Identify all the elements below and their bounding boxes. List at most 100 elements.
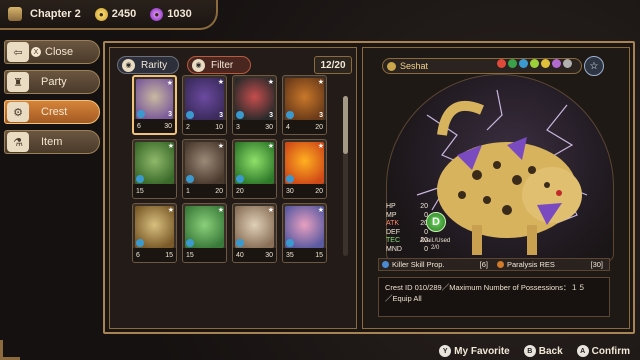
crest-stat-a: 2 xyxy=(186,123,190,131)
element-icon xyxy=(563,59,572,68)
crest-stat-a: 3 xyxy=(236,123,240,131)
crest-stats: 4 20 xyxy=(283,120,326,134)
filter-button[interactable]: ◉ Filter xyxy=(187,56,251,74)
crest-stats: 40 30 xyxy=(233,248,276,262)
sidebar-item-item[interactable]: ⚗ Item xyxy=(4,130,100,154)
confirm-hint[interactable]: A Confirm xyxy=(576,345,630,357)
favorite-star-button[interactable]: ☆ xyxy=(584,56,604,76)
crest-stat-a: 15 xyxy=(136,187,144,195)
stat-row: ATK 20 xyxy=(386,220,428,229)
stat-row: HP 20 xyxy=(386,203,428,212)
gold-coin-icon: ● xyxy=(94,7,108,21)
rarity-star-icon: ★ xyxy=(317,207,324,214)
close-button[interactable]: ⇦ X Close xyxy=(4,40,100,64)
crest-stat-b: 30 xyxy=(265,251,273,259)
filter-label: Filter xyxy=(211,59,234,71)
ability-label: Killer Skill Prop. xyxy=(392,260,445,269)
ability-row: Killer Skill Prop. [6] Paralysis RES [30… xyxy=(378,258,610,271)
element-affinities xyxy=(497,59,572,68)
element-orb-icon xyxy=(136,175,144,183)
crest-card[interactable]: ★ 3 3 30 xyxy=(232,75,277,135)
rarity-star-icon: ★ xyxy=(317,143,324,150)
stat-key: MP xyxy=(386,211,397,219)
rarity-label: Rarity xyxy=(141,59,168,71)
crest-card[interactable]: ★ 1 20 xyxy=(182,139,227,199)
element-orb-icon xyxy=(137,110,145,118)
crest-stat-a: 15 xyxy=(186,251,194,259)
crest-card[interactable]: ★ 35 15 xyxy=(282,203,327,263)
rarity-star-icon: ★ xyxy=(217,207,224,214)
hint-label: Back xyxy=(538,345,563,357)
crest-stat-b: 30 xyxy=(164,122,172,130)
crest-card[interactable]: ★ 3 4 20 xyxy=(282,75,327,135)
element-orb-icon xyxy=(286,239,294,247)
corner-ornament xyxy=(0,340,20,360)
crest-stat-a: 4 xyxy=(286,123,290,131)
rarity-sort-button[interactable]: ◉ Rarity xyxy=(117,56,179,74)
crest-card[interactable]: ★ 20 xyxy=(232,139,277,199)
crest-card[interactable]: ★ 3 6 30 xyxy=(132,75,177,135)
crest-stat-a: 6 xyxy=(136,251,140,259)
sidebar-item-label: Party xyxy=(41,76,67,88)
crest-card[interactable]: ★ 6 15 xyxy=(132,203,177,263)
element-orb-icon xyxy=(186,111,194,119)
button-hints: Y My Favorite B Back A Confirm xyxy=(439,345,630,357)
element-orb-icon xyxy=(286,111,294,119)
rarity-star-icon: ★ xyxy=(167,207,174,214)
scrollbar-thumb[interactable] xyxy=(343,96,348,154)
crest-stat-a: 6 xyxy=(137,122,141,130)
gold-amount: 2450 xyxy=(111,8,137,20)
element-orb-icon xyxy=(236,111,244,119)
element-icon xyxy=(508,59,517,68)
crest-card[interactable]: ★ 40 30 xyxy=(232,203,277,263)
avail-label: Avail./Used xyxy=(420,238,451,244)
crest-stats: 20 xyxy=(233,184,276,198)
crest-stats: 15 xyxy=(183,248,226,262)
top-status-bar: Chapter 2 ● 2450 ● 1030 xyxy=(0,0,218,30)
back-hint[interactable]: B Back xyxy=(523,345,563,357)
grade-badge: D xyxy=(426,212,446,232)
crest-icon: ⚙ xyxy=(7,102,29,122)
crest-card[interactable]: ★ 15 xyxy=(182,203,227,263)
a-button-icon: A xyxy=(576,345,589,357)
gem-amount: 1030 xyxy=(167,8,192,20)
element-orb-icon xyxy=(186,175,194,183)
crest-card[interactable]: ★ 30 20 xyxy=(282,139,327,199)
rarity-star-icon: ★ xyxy=(267,143,274,150)
crest-description: Crest ID 010/289／Maximum Number of Posse… xyxy=(378,277,610,317)
my-favorite-hint[interactable]: Y My Favorite xyxy=(439,345,510,357)
hint-label: My Favorite xyxy=(454,345,510,357)
element-orb-icon xyxy=(236,239,244,247)
ability-killer-skill: Killer Skill Prop. [6] xyxy=(379,260,494,269)
ability-value: [30] xyxy=(590,260,603,269)
element-orb-icon xyxy=(186,239,194,247)
crest-stat-a: 1 xyxy=(186,187,190,195)
crest-stats: 15 xyxy=(133,184,176,198)
crest-stat-b: 15 xyxy=(165,251,173,259)
availability: Avail./Used 2/0 xyxy=(420,238,450,252)
sidebar-item-party[interactable]: ♜ Party xyxy=(4,70,100,94)
crest-stat-b: 20 xyxy=(315,123,323,131)
gold-counter: ● 2450 xyxy=(94,7,137,21)
chapter-icon xyxy=(8,7,22,21)
desc-line: Crest ID 010/289／Maximum Number of Posse… xyxy=(385,283,586,292)
element-icon xyxy=(497,59,506,68)
crest-level: 3 xyxy=(219,112,223,119)
crest-stats: 2 10 xyxy=(183,120,226,134)
crest-stat-b: 15 xyxy=(315,251,323,259)
crest-stats: 30 20 xyxy=(283,184,326,198)
rarity-star-icon: ★ xyxy=(166,80,173,87)
element-orb-icon xyxy=(236,175,244,183)
rarity-star-icon: ★ xyxy=(267,79,274,86)
sidebar-item-crest[interactable]: ⚙ Crest xyxy=(4,100,100,124)
crest-card[interactable]: ★ 15 xyxy=(132,139,177,199)
side-menu: ⇦ X Close ♜ Party ⚙ Crest ⚗ Item xyxy=(4,40,100,160)
paralysis-icon xyxy=(497,261,504,268)
sort-button-icon: ◉ xyxy=(122,58,135,72)
arrow-left-icon: ⇦ xyxy=(7,42,29,62)
item-icon: ⚗ xyxy=(7,132,29,152)
crest-level: 3 xyxy=(269,112,273,119)
crest-stat-b: 20 xyxy=(215,187,223,195)
list-scrollbar[interactable] xyxy=(343,96,348,256)
crest-card[interactable]: ★ 3 2 10 xyxy=(182,75,227,135)
